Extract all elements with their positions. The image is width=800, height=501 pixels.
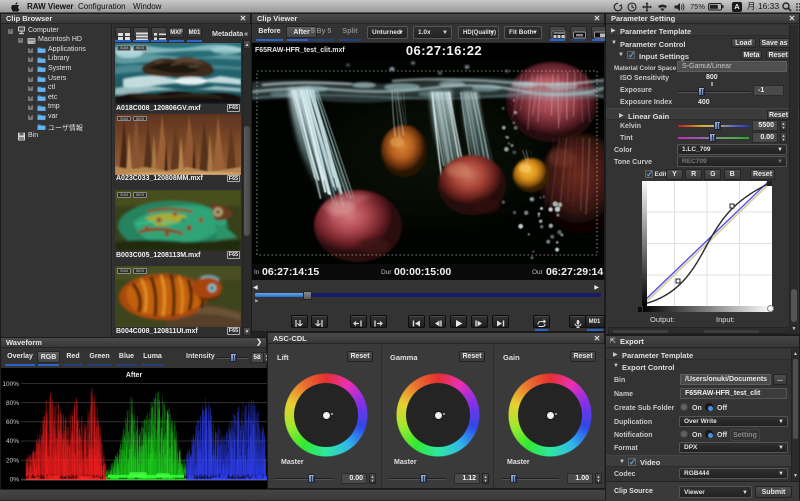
svg-text:0%: 0%	[10, 476, 20, 483]
svg-text:20%: 20%	[6, 457, 19, 464]
svg-text:60%: 60%	[6, 419, 19, 426]
svg-text:80%: 80%	[6, 400, 19, 407]
svg-text:40%: 40%	[6, 438, 19, 445]
svg-text:100%: 100%	[2, 381, 19, 388]
svg-text:After: After	[126, 372, 143, 379]
